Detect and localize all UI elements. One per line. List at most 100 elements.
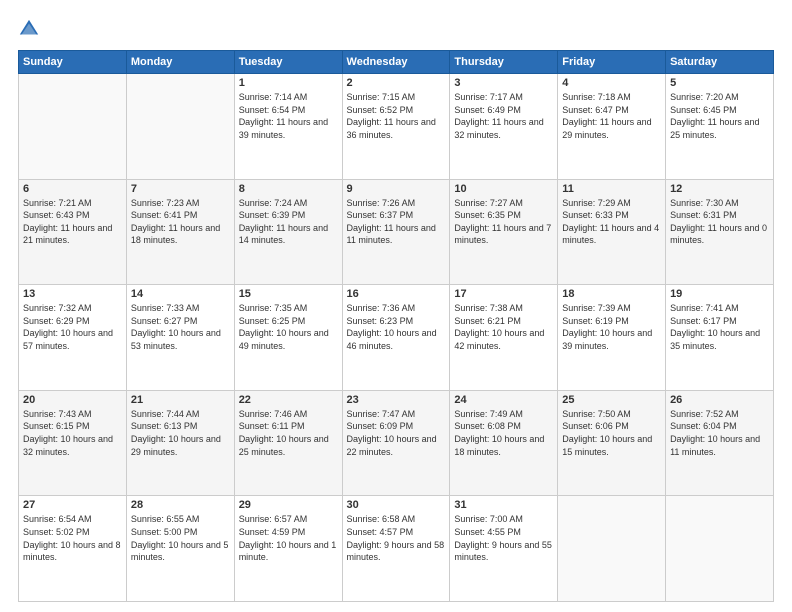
calendar-cell: 5 Sunrise: 7:20 AM Sunset: 6:45 PM Daylig… — [666, 74, 774, 180]
day-info: Sunrise: 6:55 AM Sunset: 5:00 PM Dayligh… — [131, 513, 230, 563]
day-info: Sunrise: 7:52 AM Sunset: 6:04 PM Dayligh… — [670, 408, 769, 458]
calendar-cell: 26 Sunrise: 7:52 AM Sunset: 6:04 PM Dayli… — [666, 390, 774, 496]
day-number: 9 — [347, 183, 446, 195]
day-header-sunday: Sunday — [19, 51, 127, 74]
calendar-cell: 23Sunrise: 7:47 AM Sunset: 6:09 PM Dayli… — [342, 390, 450, 496]
day-of-week-row: SundayMondayTuesdayWednesdayThursdayFrid… — [19, 51, 774, 74]
day-number: 24 — [454, 394, 553, 406]
day-info: Sunrise: 7:29 AM Sunset: 6:33 PM Dayligh… — [562, 197, 661, 247]
calendar-cell: 29Sunrise: 6:57 AM Sunset: 4:59 PM Dayli… — [234, 496, 342, 602]
day-header-monday: Monday — [126, 51, 234, 74]
day-number: 4 — [562, 77, 661, 89]
calendar-body: 1 Sunrise: 7:14 AM Sunset: 6:54 PM Daylig… — [19, 74, 774, 602]
calendar-cell: 21 Sunrise: 7:44 AM Sunset: 6:13 PM Dayli… — [126, 390, 234, 496]
day-number: 11 — [562, 183, 661, 195]
day-info: Sunrise: 7:38 AM Sunset: 6:21 PM Dayligh… — [454, 302, 553, 352]
day-info: Sunrise: 7:14 AM Sunset: 6:54 PM Dayligh… — [239, 91, 338, 141]
calendar-cell: 11 Sunrise: 7:29 AM Sunset: 6:33 PM Dayli… — [558, 179, 666, 285]
calendar-cell: 25 Sunrise: 7:50 AM Sunset: 6:06 PM Dayli… — [558, 390, 666, 496]
calendar-cell — [666, 496, 774, 602]
calendar-cell: 10Sunrise: 7:27 AM Sunset: 6:35 PM Dayli… — [450, 179, 558, 285]
day-header-friday: Friday — [558, 51, 666, 74]
day-info: Sunrise: 7:17 AM Sunset: 6:49 PM Dayligh… — [454, 91, 553, 141]
day-info: Sunrise: 7:50 AM Sunset: 6:06 PM Dayligh… — [562, 408, 661, 458]
calendar-cell: 30 Sunrise: 6:58 AM Sunset: 4:57 PM Dayli… — [342, 496, 450, 602]
week-row-5: 27 Sunrise: 6:54 AM Sunset: 5:02 PM Dayli… — [19, 496, 774, 602]
calendar-cell: 17 Sunrise: 7:38 AM Sunset: 6:21 PM Dayli… — [450, 285, 558, 391]
calendar-cell: 7 Sunrise: 7:23 AM Sunset: 6:41 PM Daylig… — [126, 179, 234, 285]
day-number: 22 — [239, 394, 338, 406]
day-number: 6 — [23, 183, 122, 195]
calendar-cell: 9 Sunrise: 7:26 AM Sunset: 6:37 PM Daylig… — [342, 179, 450, 285]
day-info: Sunrise: 6:58 AM Sunset: 4:57 PM Dayligh… — [347, 513, 446, 563]
day-info: Sunrise: 7:35 AM Sunset: 6:25 PM Dayligh… — [239, 302, 338, 352]
day-number: 31 — [454, 499, 553, 511]
day-header-thursday: Thursday — [450, 51, 558, 74]
day-info: Sunrise: 7:39 AM Sunset: 6:19 PM Dayligh… — [562, 302, 661, 352]
day-info: Sunrise: 7:41 AM Sunset: 6:17 PM Dayligh… — [670, 302, 769, 352]
day-info: Sunrise: 7:46 AM Sunset: 6:11 PM Dayligh… — [239, 408, 338, 458]
day-number: 1 — [239, 77, 338, 89]
day-info: Sunrise: 7:24 AM Sunset: 6:39 PM Dayligh… — [239, 197, 338, 247]
calendar-cell: 4 Sunrise: 7:18 AM Sunset: 6:47 PM Daylig… — [558, 74, 666, 180]
day-number: 25 — [562, 394, 661, 406]
day-info: Sunrise: 7:23 AM Sunset: 6:41 PM Dayligh… — [131, 197, 230, 247]
day-number: 15 — [239, 288, 338, 300]
day-number: 12 — [670, 183, 769, 195]
day-number: 30 — [347, 499, 446, 511]
day-info: Sunrise: 6:54 AM Sunset: 5:02 PM Dayligh… — [23, 513, 122, 563]
day-number: 7 — [131, 183, 230, 195]
week-row-3: 13 Sunrise: 7:32 AM Sunset: 6:29 PM Dayli… — [19, 285, 774, 391]
logo — [18, 18, 44, 40]
week-row-2: 6 Sunrise: 7:21 AM Sunset: 6:43 PM Daylig… — [19, 179, 774, 285]
day-number: 2 — [347, 77, 446, 89]
header — [18, 18, 774, 40]
day-number: 8 — [239, 183, 338, 195]
day-number: 28 — [131, 499, 230, 511]
day-number: 19 — [670, 288, 769, 300]
calendar-cell: 14Sunrise: 7:33 AM Sunset: 6:27 PM Dayli… — [126, 285, 234, 391]
calendar-cell: 2 Sunrise: 7:15 AM Sunset: 6:52 PM Daylig… — [342, 74, 450, 180]
calendar-cell: 20 Sunrise: 7:43 AM Sunset: 6:15 PM Dayli… — [19, 390, 127, 496]
day-info: Sunrise: 7:20 AM Sunset: 6:45 PM Dayligh… — [670, 91, 769, 141]
calendar-cell: 1 Sunrise: 7:14 AM Sunset: 6:54 PM Daylig… — [234, 74, 342, 180]
day-info: Sunrise: 6:57 AM Sunset: 4:59 PM Dayligh… — [239, 513, 338, 563]
calendar-cell: 3Sunrise: 7:17 AM Sunset: 6:49 PM Daylig… — [450, 74, 558, 180]
day-number: 18 — [562, 288, 661, 300]
calendar-cell — [19, 74, 127, 180]
day-number: 5 — [670, 77, 769, 89]
day-header-tuesday: Tuesday — [234, 51, 342, 74]
calendar-cell: 18 Sunrise: 7:39 AM Sunset: 6:19 PM Dayli… — [558, 285, 666, 391]
page: SundayMondayTuesdayWednesdayThursdayFrid… — [0, 0, 792, 612]
day-number: 20 — [23, 394, 122, 406]
day-info: Sunrise: 7:49 AM Sunset: 6:08 PM Dayligh… — [454, 408, 553, 458]
day-info: Sunrise: 7:18 AM Sunset: 6:47 PM Dayligh… — [562, 91, 661, 141]
day-number: 16 — [347, 288, 446, 300]
week-row-4: 20 Sunrise: 7:43 AM Sunset: 6:15 PM Dayli… — [19, 390, 774, 496]
week-row-1: 1 Sunrise: 7:14 AM Sunset: 6:54 PM Daylig… — [19, 74, 774, 180]
day-info: Sunrise: 7:21 AM Sunset: 6:43 PM Dayligh… — [23, 197, 122, 247]
day-number: 26 — [670, 394, 769, 406]
day-info: Sunrise: 7:44 AM Sunset: 6:13 PM Dayligh… — [131, 408, 230, 458]
day-number: 27 — [23, 499, 122, 511]
day-header-wednesday: Wednesday — [342, 51, 450, 74]
calendar-cell — [126, 74, 234, 180]
day-info: Sunrise: 7:32 AM Sunset: 6:29 PM Dayligh… — [23, 302, 122, 352]
calendar-table: SundayMondayTuesdayWednesdayThursdayFrid… — [18, 50, 774, 602]
day-number: 21 — [131, 394, 230, 406]
calendar-cell: 19 Sunrise: 7:41 AM Sunset: 6:17 PM Dayli… — [666, 285, 774, 391]
day-info: Sunrise: 7:26 AM Sunset: 6:37 PM Dayligh… — [347, 197, 446, 247]
calendar-cell: 22 Sunrise: 7:46 AM Sunset: 6:11 PM Dayli… — [234, 390, 342, 496]
day-info: Sunrise: 7:30 AM Sunset: 6:31 PM Dayligh… — [670, 197, 769, 247]
day-info: Sunrise: 7:15 AM Sunset: 6:52 PM Dayligh… — [347, 91, 446, 141]
day-info: Sunrise: 7:47 AM Sunset: 6:09 PM Dayligh… — [347, 408, 446, 458]
calendar-cell: 16Sunrise: 7:36 AM Sunset: 6:23 PM Dayli… — [342, 285, 450, 391]
calendar-cell: 15 Sunrise: 7:35 AM Sunset: 6:25 PM Dayli… — [234, 285, 342, 391]
day-header-saturday: Saturday — [666, 51, 774, 74]
calendar-cell: 27 Sunrise: 6:54 AM Sunset: 5:02 PM Dayli… — [19, 496, 127, 602]
calendar-cell: 13 Sunrise: 7:32 AM Sunset: 6:29 PM Dayli… — [19, 285, 127, 391]
day-info: Sunrise: 7:43 AM Sunset: 6:15 PM Dayligh… — [23, 408, 122, 458]
day-number: 17 — [454, 288, 553, 300]
day-number: 13 — [23, 288, 122, 300]
logo-icon — [18, 18, 40, 40]
